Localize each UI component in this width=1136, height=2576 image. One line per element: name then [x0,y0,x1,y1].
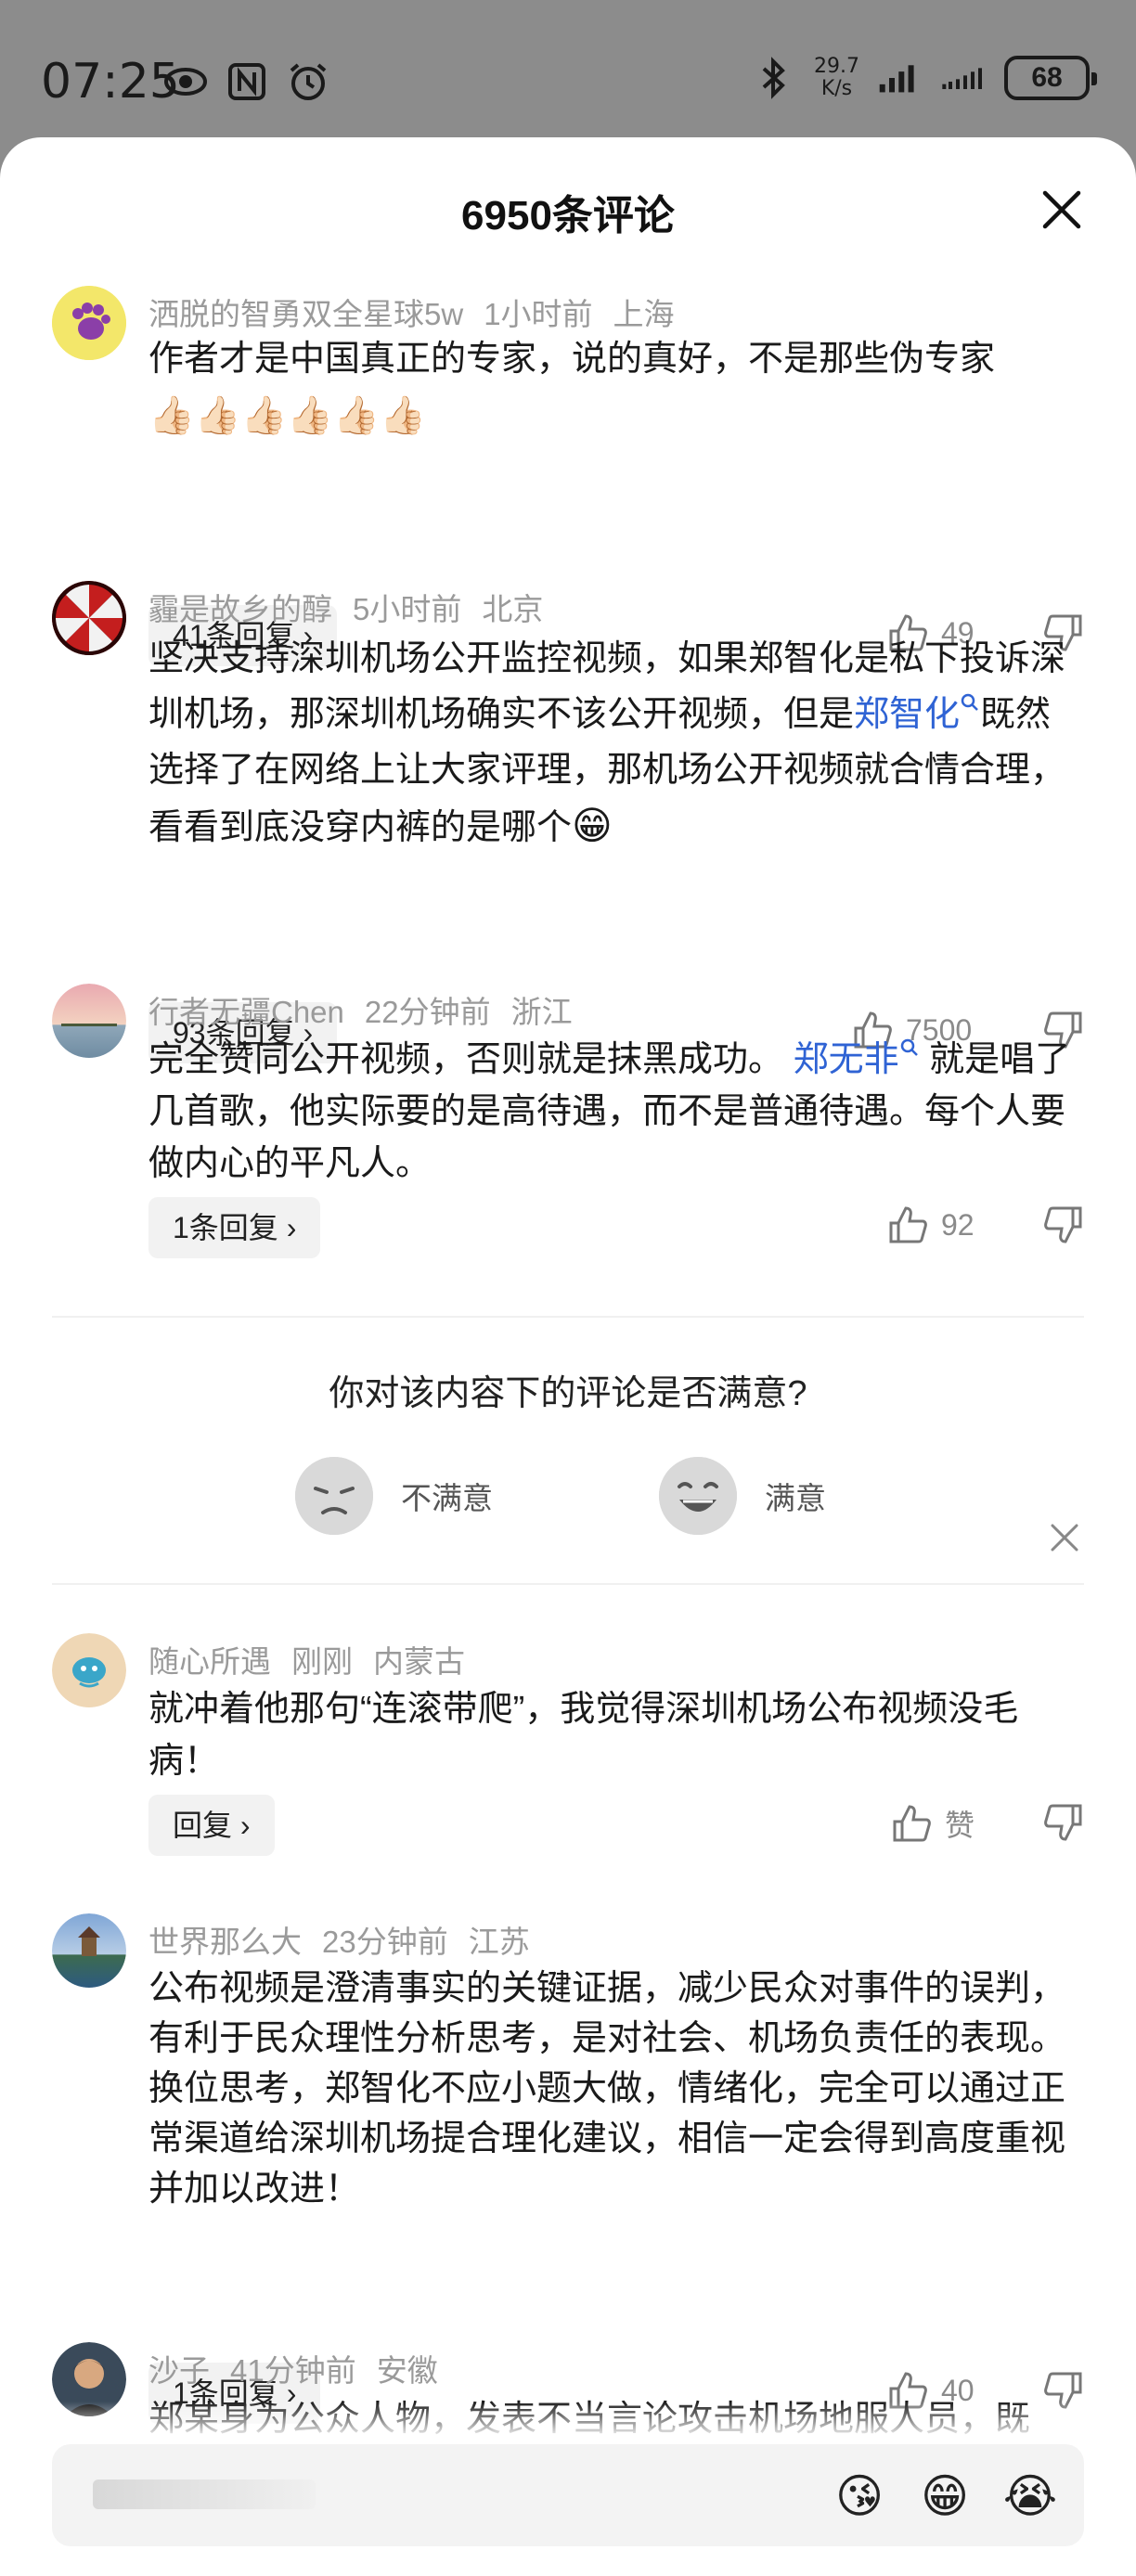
reply-label: 回复 [173,1809,233,1842]
emoji: 😁 [572,804,613,847]
alarm-icon [286,59,330,104]
comment-text: 就冲着他那句“连滚带爬”，我觉得深圳机场公布视频没毛病！ [148,1690,1019,1781]
like-button[interactable]: 赞 [891,1802,975,1845]
comment-location: 北京 [482,592,544,626]
comment-input-bar[interactable]: 😘 😁 😭 [52,2444,1084,2546]
mention-name: 郑智化 [854,695,961,734]
comment-time: 41分钟前 [230,2353,356,2388]
comment-location: 浙江 [510,995,573,1029]
comment-text-line: 作者才是中国真正的专家，说的真好，不是那些伪专家 [148,340,996,379]
kiss-emoji-icon[interactable]: 😘 [832,2468,887,2524]
comment-time: 1小时前 [484,297,593,331]
thumbs-down-icon[interactable] [1043,1204,1084,1245]
username[interactable]: 随心所遇 [148,1644,271,1679]
comment-time: 23分钟前 [322,1925,448,1959]
avatar[interactable] [52,286,126,360]
search-icon [900,1038,918,1056]
status-icons-right: 29.7 K/s 68 [751,56,1097,100]
bluetooth-icon [751,56,795,100]
thumbs-up-icon [893,1805,931,1842]
comment-meta: 随心所遇 刚刚 内蒙古 [148,1637,485,1681]
status-time: 07:25 [41,54,180,109]
like-button[interactable]: 92 [887,1204,975,1245]
battery-indicator: 68 [1004,56,1097,100]
comment-location: 上海 [613,297,675,331]
emoji-line: 👍🏻👍🏻👍🏻👍🏻👍🏻👍🏻 [148,395,426,436]
thumbs-down-icon[interactable] [1043,1802,1084,1843]
username[interactable]: 行者无疆Chen [148,995,344,1029]
like-label: 赞 [945,1809,975,1842]
survey-option-satisfied[interactable]: 满意 [659,1457,826,1535]
eye-icon [163,59,208,104]
net-speed-value: 29.7 [814,55,859,78]
survey-option-unsatisfied[interactable]: 不满意 [295,1457,493,1535]
reply-button[interactable]: 回复 › [148,1795,275,1856]
comment-location: 安徽 [376,2353,438,2388]
comment-meta: 沙子 41分钟前 安徽 [148,2346,458,2390]
comment-sheet: 6950条评论 洒脱的智勇双全星球5w 1小时前 上海 作者才是中国真正的专家，说的… [0,137,1136,2576]
net-speed: 29.7 K/s [814,56,859,100]
comment-location: 内蒙古 [373,1644,465,1679]
unhappy-face-icon [295,1457,373,1535]
close-icon[interactable] [1049,1522,1080,1553]
comment-time: 22分钟前 [364,995,491,1029]
thumbs-up-icon [889,1206,927,1243]
signal-icon-2 [941,56,986,100]
username[interactable]: 沙子 [148,2353,210,2388]
satisfaction-survey: 你对该内容下的评论是否满意? 不满意 满意 [52,1316,1084,1585]
grin-emoji-icon[interactable]: 😁 [917,2468,973,2524]
like-count: 92 [941,1207,975,1242]
username[interactable]: 洒脱的智勇双全星球5w [148,297,463,331]
survey-option-label: 满意 [765,1481,826,1515]
username[interactable]: 世界那么大 [148,1925,302,1959]
comment-meta: 行者无疆Chen 22分钟前 浙江 [148,987,593,1032]
comment-meta: 世界那么大 23分钟前 江苏 [148,1917,550,1962]
avatar[interactable] [52,1913,126,1988]
mention-link[interactable]: 郑无非 [793,1038,920,1079]
comment-text-part: 完全赞同公开视频，否则就是抹黑成功。 [148,1040,784,1079]
status-bar: 07:25 29.7 K/s 68 [0,0,1136,139]
comment-meta: 霾是故乡的醇 5小时前 北京 [148,585,563,629]
replies-button[interactable]: 1条回复 › [148,1197,321,1258]
comment-time: 刚刚 [291,1644,353,1679]
cry-emoji-icon[interactable]: 😭 [1002,2468,1058,2524]
comment-input-placeholder[interactable] [93,2479,316,2509]
survey-question: 你对该内容下的评论是否满意? [329,1374,807,1413]
happy-face-icon [659,1457,737,1535]
sheet-title: 6950条评论 [461,193,675,238]
close-icon[interactable] [1041,189,1082,230]
avatar[interactable] [52,984,126,1058]
username[interactable]: 霾是故乡的醇 [148,592,332,626]
comment-text: 作者才是中国真正的专家，说的真好，不是那些伪专家 👍🏻👍🏻👍🏻👍🏻👍🏻👍🏻 [148,332,1086,445]
scroll-fade [0,2402,1136,2439]
comment-location: 江苏 [468,1925,530,1959]
avatar[interactable] [52,1633,126,1707]
comment-text: 坚决支持深圳机场公开监控视频，如果郑智化是私下投诉深圳机场，那深圳机场确实不该公… [148,631,1086,856]
status-icons-left [163,59,330,104]
net-speed-unit: K/s [820,77,853,100]
survey-option-label: 不满意 [401,1481,493,1515]
comment-text: 公布视频是澄清事实的关键证据，减少民众对事件的误判，有利于民众理性分析思考，是对… [148,1969,1066,2209]
avatar[interactable] [52,581,126,655]
signal-icon [878,56,923,100]
comment-meta: 洒脱的智勇双全星球5w 1小时前 上海 [148,290,695,334]
comment-text: 完全赞同公开视频，否则就是抹黑成功。 郑无非 就是唱了几首歌，他实际要的是高待遇… [148,1034,1086,1190]
nfc-icon [225,59,269,104]
comment-time: 5小时前 [353,592,462,626]
mention-name: 郑无非 [793,1040,899,1079]
mention-link[interactable]: 郑智化 [854,693,980,734]
search-icon [961,693,978,711]
replies-label: 1条回复 [173,1211,278,1244]
